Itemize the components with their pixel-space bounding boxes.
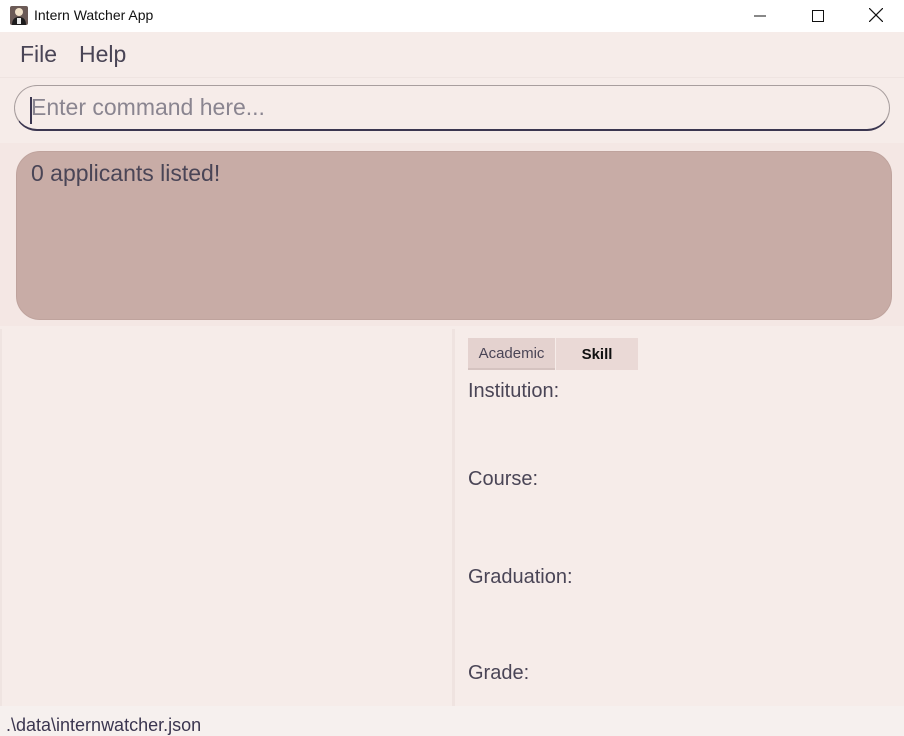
graduation-label: Graduation: <box>468 566 573 588</box>
close-icon <box>868 7 884 26</box>
person-icon <box>10 6 28 25</box>
maximize-icon <box>812 7 824 26</box>
window-title: Intern Watcher App <box>34 7 154 23</box>
menu-help[interactable]: Help <box>79 41 126 68</box>
title-bar: Intern Watcher App <box>0 0 904 32</box>
command-area <box>0 78 904 140</box>
tab-academic[interactable]: Academic <box>468 338 555 370</box>
minimize-icon <box>754 7 766 26</box>
result-display: 0 applicants listed! <box>16 151 892 320</box>
close-button[interactable] <box>853 0 899 32</box>
institution-label: Institution: <box>468 380 560 402</box>
command-input[interactable] <box>14 85 890 131</box>
course-label: Course: <box>468 468 539 490</box>
grade-label: Grade: <box>468 662 530 684</box>
menu-bar: File Help <box>0 33 904 78</box>
text-caret <box>30 97 32 124</box>
applicant-list-panel[interactable] <box>0 329 452 706</box>
minimize-button[interactable] <box>737 0 783 32</box>
data-file-path: .\data\internwatcher.json <box>6 715 202 735</box>
applicant-detail-panel: Academic Skill Institution: Course: Grad… <box>455 329 904 706</box>
result-message: 0 applicants listed! <box>31 160 221 186</box>
status-bar: .\data\internwatcher.json <box>0 706 904 736</box>
menu-file[interactable]: File <box>20 41 57 68</box>
result-display-area: 0 applicants listed! <box>0 143 904 326</box>
maximize-button[interactable] <box>795 0 841 32</box>
tab-skill[interactable]: Skill <box>556 338 638 370</box>
